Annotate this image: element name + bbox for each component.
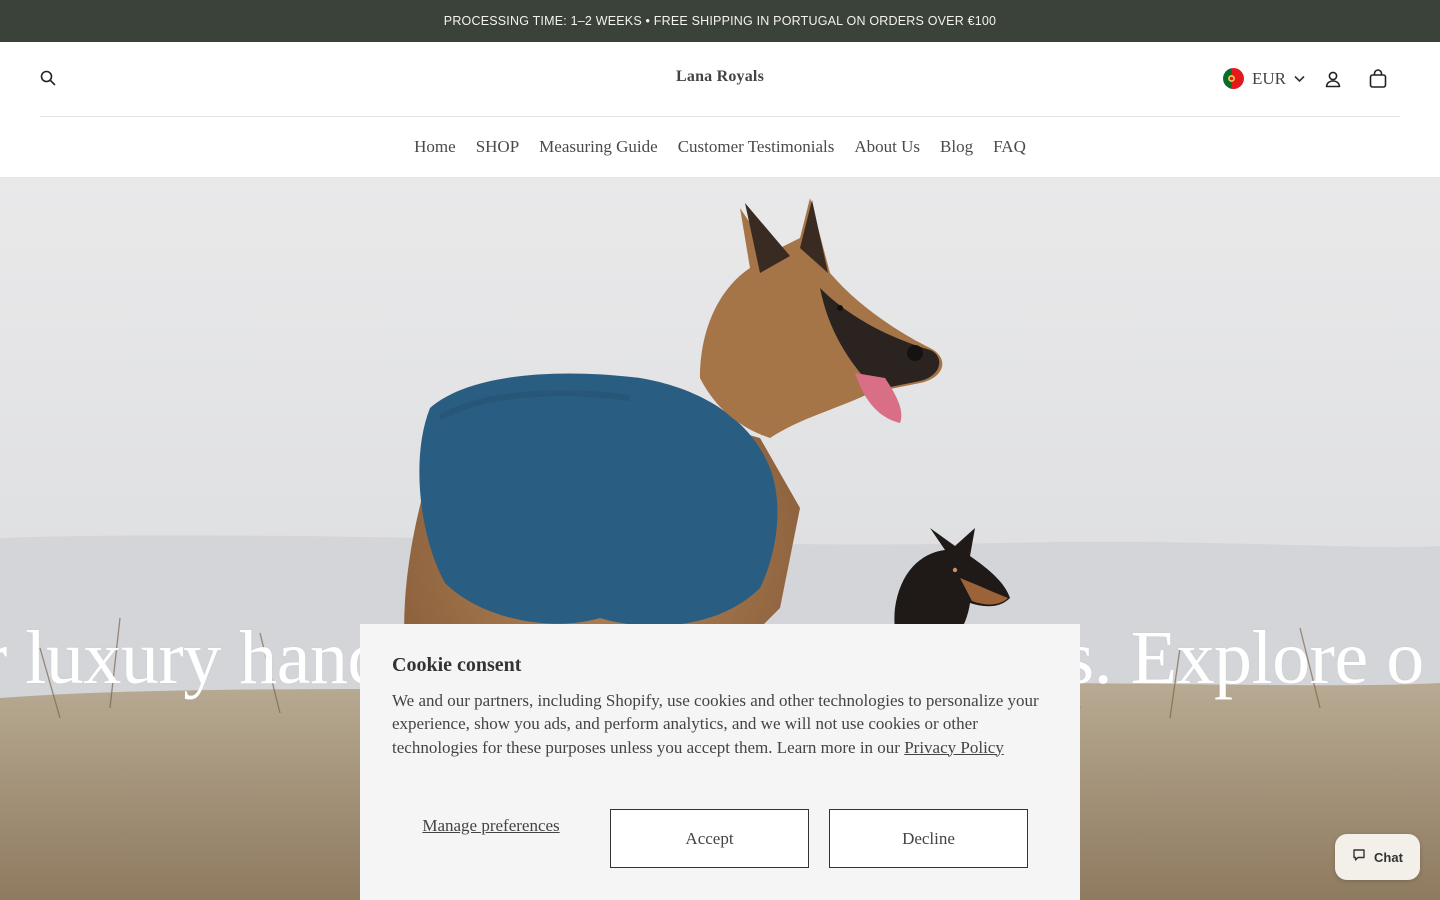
chevron-down-icon [1294,70,1305,88]
nav-item-blog[interactable]: Blog [940,137,973,157]
nav-item-customer-testimonials[interactable]: Customer Testimonials [678,137,835,157]
chat-button[interactable]: Chat [1335,834,1420,880]
header-top-row: Lana Royals EUR [40,42,1400,117]
cookie-actions: Manage preferences Accept Decline [392,809,1028,868]
site-logo[interactable]: Lana Royals [40,68,1400,86]
nav-item-about-us[interactable]: About Us [854,137,920,157]
chat-bubble-icon [1352,848,1366,867]
announcement-text: PROCESSING TIME: 1–2 WEEKS • FREE SHIPPI… [443,14,997,28]
announcement-bar: PROCESSING TIME: 1–2 WEEKS • FREE SHIPPI… [0,0,1440,42]
cart-icon[interactable] [1368,69,1388,89]
cookie-consent-banner: Cookie consent We and our partners, incl… [360,624,1080,900]
manage-preferences-link[interactable]: Manage preferences [392,815,590,836]
currency-selector[interactable]: EUR [1223,68,1305,89]
logo-text[interactable]: Lana Royals [676,68,764,86]
nav-item-home[interactable]: Home [414,137,456,157]
nav-item-measuring-guide[interactable]: Measuring Guide [539,137,658,157]
nav-item-faq[interactable]: FAQ [993,137,1026,157]
cookie-body: We and our partners, including Shopify, … [392,689,1042,759]
main-nav: Home SHOP Measuring Guide Customer Testi… [0,117,1440,177]
portugal-flag-icon [1223,68,1244,89]
nav-item-shop[interactable]: SHOP [476,137,519,157]
chat-label[interactable]: Chat [1374,850,1403,865]
privacy-policy-link[interactable]: Privacy Policy [904,738,1004,757]
account-icon[interactable] [1324,70,1342,88]
site-header: Lana Royals EUR Home SHOP Measuring Guid… [0,42,1440,178]
cookie-title: Cookie consent [392,654,522,676]
accept-button[interactable]: Accept [610,809,809,868]
currency-label[interactable]: EUR [1252,69,1286,89]
decline-button[interactable]: Decline [829,809,1028,868]
